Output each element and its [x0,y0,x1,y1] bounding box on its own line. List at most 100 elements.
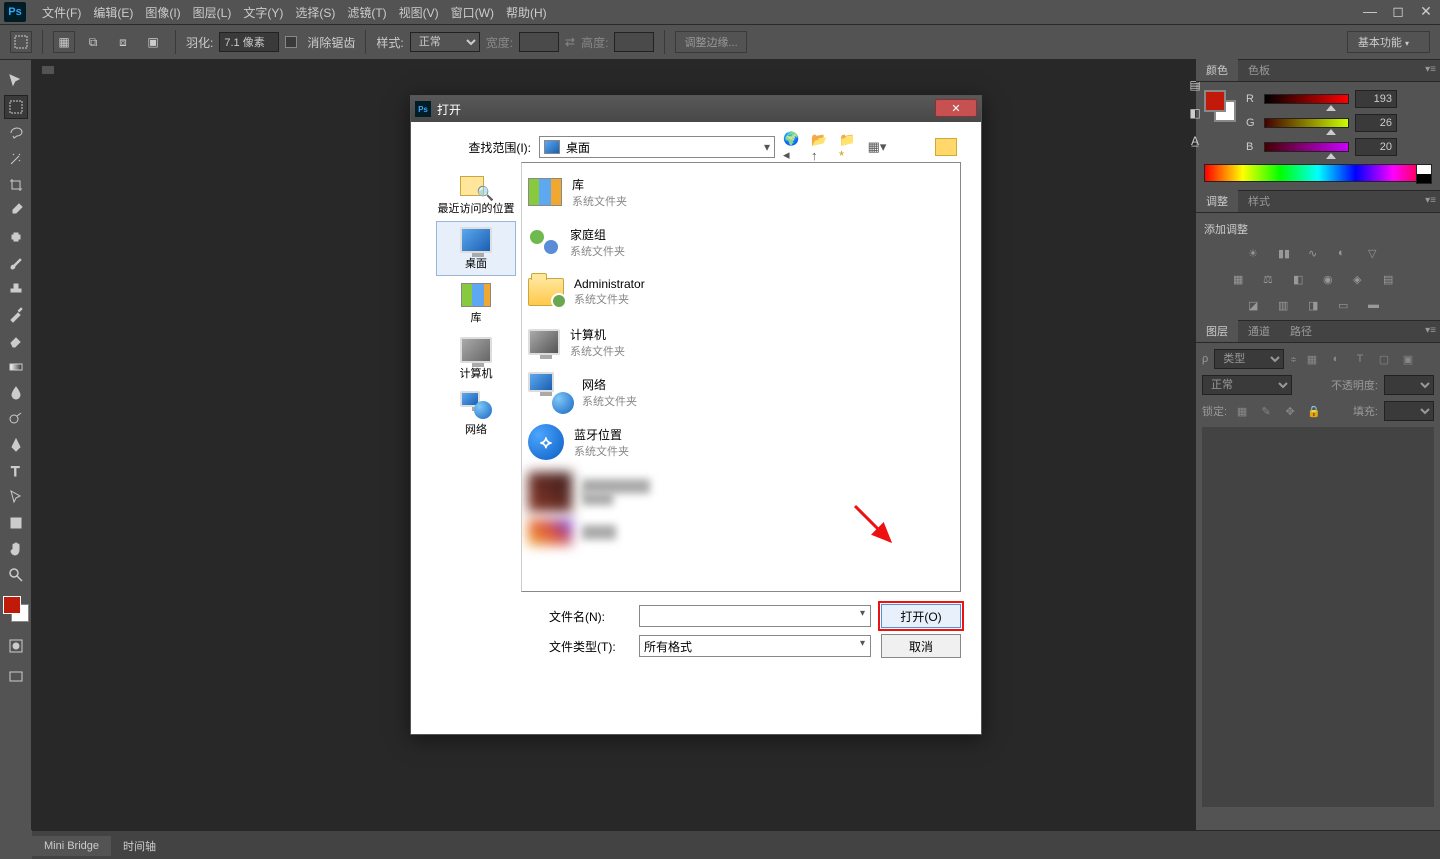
style-select[interactable]: 正常 [410,32,480,52]
lock-pixels-icon[interactable]: ▦ [1233,402,1251,420]
tab-swatches[interactable]: 色板 [1238,59,1280,81]
panel-menu-icon[interactable]: ▾≡ [1425,195,1436,206]
move-tool[interactable] [4,69,28,93]
filter-type-icon[interactable]: T [1351,350,1369,368]
current-tool-icon[interactable] [10,31,32,53]
hand-tool[interactable] [4,537,28,561]
foreground-background-colors[interactable] [3,596,29,622]
threshold-icon[interactable]: ◨ [1308,299,1328,315]
refine-edge-button[interactable]: 调整边缘... [675,31,746,53]
menu-filter[interactable]: 滤镜(T) [341,0,392,25]
tab-paths[interactable]: 路径 [1280,320,1322,342]
menu-help[interactable]: 帮助(H) [500,0,553,25]
pen-tool[interactable] [4,433,28,457]
cancel-button[interactable]: 取消 [881,634,961,658]
lock-move-icon[interactable]: ✥ [1281,402,1299,420]
file-item-network[interactable]: 网络系统文件夹 [526,367,956,417]
menu-view[interactable]: 视图(V) [393,0,445,25]
window-maximize[interactable]: ◻ [1384,2,1412,20]
path-select-tool[interactable] [4,485,28,509]
filter-pixel-icon[interactable]: ▦ [1303,350,1321,368]
filter-shape-icon[interactable]: ▢ [1375,350,1393,368]
photo-filter-icon[interactable]: ◉ [1323,273,1343,289]
r-input[interactable] [1355,90,1397,108]
place-network[interactable]: 网络 [436,386,516,441]
file-list[interactable]: 库系统文件夹 家庭组系统文件夹 Administrator系统文件夹 计算机系统… [521,162,961,592]
lookin-combo[interactable]: 桌面 [539,136,775,158]
curves-icon[interactable]: ∿ [1308,247,1328,263]
selection-add-icon[interactable]: ⧉ [81,30,105,54]
place-recent[interactable]: 最近访问的位置 [436,166,516,221]
color-spectrum[interactable] [1204,164,1432,182]
place-desktop[interactable]: 桌面 [436,221,516,276]
place-libraries[interactable]: 库 [436,276,516,331]
foreground-swatch[interactable] [3,596,21,614]
filetype-select[interactable] [639,635,871,657]
character-panel-icon[interactable]: A̲ [1184,130,1206,152]
properties-panel-icon[interactable]: ◧ [1184,102,1206,124]
lookup-icon[interactable]: ▤ [1383,273,1403,289]
window-close[interactable]: ✕ [1412,2,1440,20]
new-folder-icon[interactable]: 📁* [839,137,859,157]
tab-channels[interactable]: 通道 [1238,320,1280,342]
posterize-icon[interactable]: ▥ [1278,299,1298,315]
g-slider[interactable] [1264,118,1349,128]
menu-image[interactable]: 图像(I) [139,0,186,25]
opacity-select[interactable] [1384,375,1434,395]
blend-mode-select[interactable]: 正常 [1202,375,1292,395]
color-swatch-pair[interactable] [1204,90,1236,122]
b-input[interactable] [1355,138,1397,156]
menu-window[interactable]: 窗口(W) [445,0,500,25]
channel-mixer-icon[interactable]: ◈ [1353,273,1373,289]
invert-icon[interactable]: ◪ [1248,299,1268,315]
dialog-close-button[interactable]: ✕ [935,99,977,117]
lock-all-icon[interactable]: 🔒 [1305,402,1323,420]
tab-layers[interactable]: 图层 [1196,320,1238,342]
window-minimize[interactable]: — [1356,2,1384,20]
view-menu-icon[interactable]: ▦▾ [867,137,887,157]
place-computer[interactable]: 计算机 [436,331,516,386]
layers-list[interactable] [1202,427,1434,807]
r-slider[interactable] [1264,94,1349,104]
selection-intersect-icon[interactable]: ▣ [141,30,165,54]
balance-icon[interactable]: ⚖ [1263,273,1283,289]
screenmode-toggle[interactable] [4,665,28,689]
blur-tool[interactable] [4,381,28,405]
panel-menu-icon[interactable]: ▾≡ [1425,64,1436,75]
fill-select[interactable] [1384,401,1434,421]
canvas-expand-tab[interactable] [42,66,54,74]
favorites-icon[interactable] [935,138,957,156]
levels-icon[interactable]: ▮▮ [1278,247,1298,263]
eyedropper-tool[interactable] [4,199,28,223]
selection-new-icon[interactable]: ▦ [53,31,75,53]
exposure-icon[interactable]: ◐ [1338,247,1358,263]
nav-up-icon[interactable]: 📂↑ [811,137,831,157]
layer-filter-kind[interactable]: 类型 [1214,349,1284,369]
eraser-tool[interactable] [4,329,28,353]
wand-tool[interactable] [4,147,28,171]
selection-subtract-icon[interactable]: ⧈ [111,30,135,54]
gradient-tool[interactable] [4,355,28,379]
selective-color-icon[interactable]: ▬ [1368,299,1388,315]
file-item-libraries[interactable]: 库系统文件夹 [526,167,956,217]
filter-adjust-icon[interactable]: ◐ [1327,350,1345,368]
b-slider[interactable] [1264,142,1349,152]
timeline-tab[interactable]: 时间轴 [111,834,168,858]
zoom-tool[interactable] [4,563,28,587]
menu-type[interactable]: 文字(Y) [237,0,289,25]
file-item-computer[interactable]: 计算机系统文件夹 [526,317,956,367]
tab-adjustments[interactable]: 调整 [1196,190,1238,212]
open-button[interactable]: 打开(O) [881,604,961,628]
brush-tool[interactable] [4,251,28,275]
menu-file[interactable]: 文件(F) [36,0,87,25]
lock-position-icon[interactable]: ✎ [1257,402,1275,420]
panel-menu-icon[interactable]: ▾≡ [1425,325,1436,336]
g-input[interactable] [1355,114,1397,132]
marquee-tool[interactable] [4,95,28,119]
tab-styles[interactable]: 样式 [1238,190,1280,212]
dodge-tool[interactable] [4,407,28,431]
menu-layer[interactable]: 图层(L) [187,0,238,25]
lasso-tool[interactable] [4,121,28,145]
filter-smart-icon[interactable]: ▣ [1399,350,1417,368]
stamp-tool[interactable] [4,277,28,301]
